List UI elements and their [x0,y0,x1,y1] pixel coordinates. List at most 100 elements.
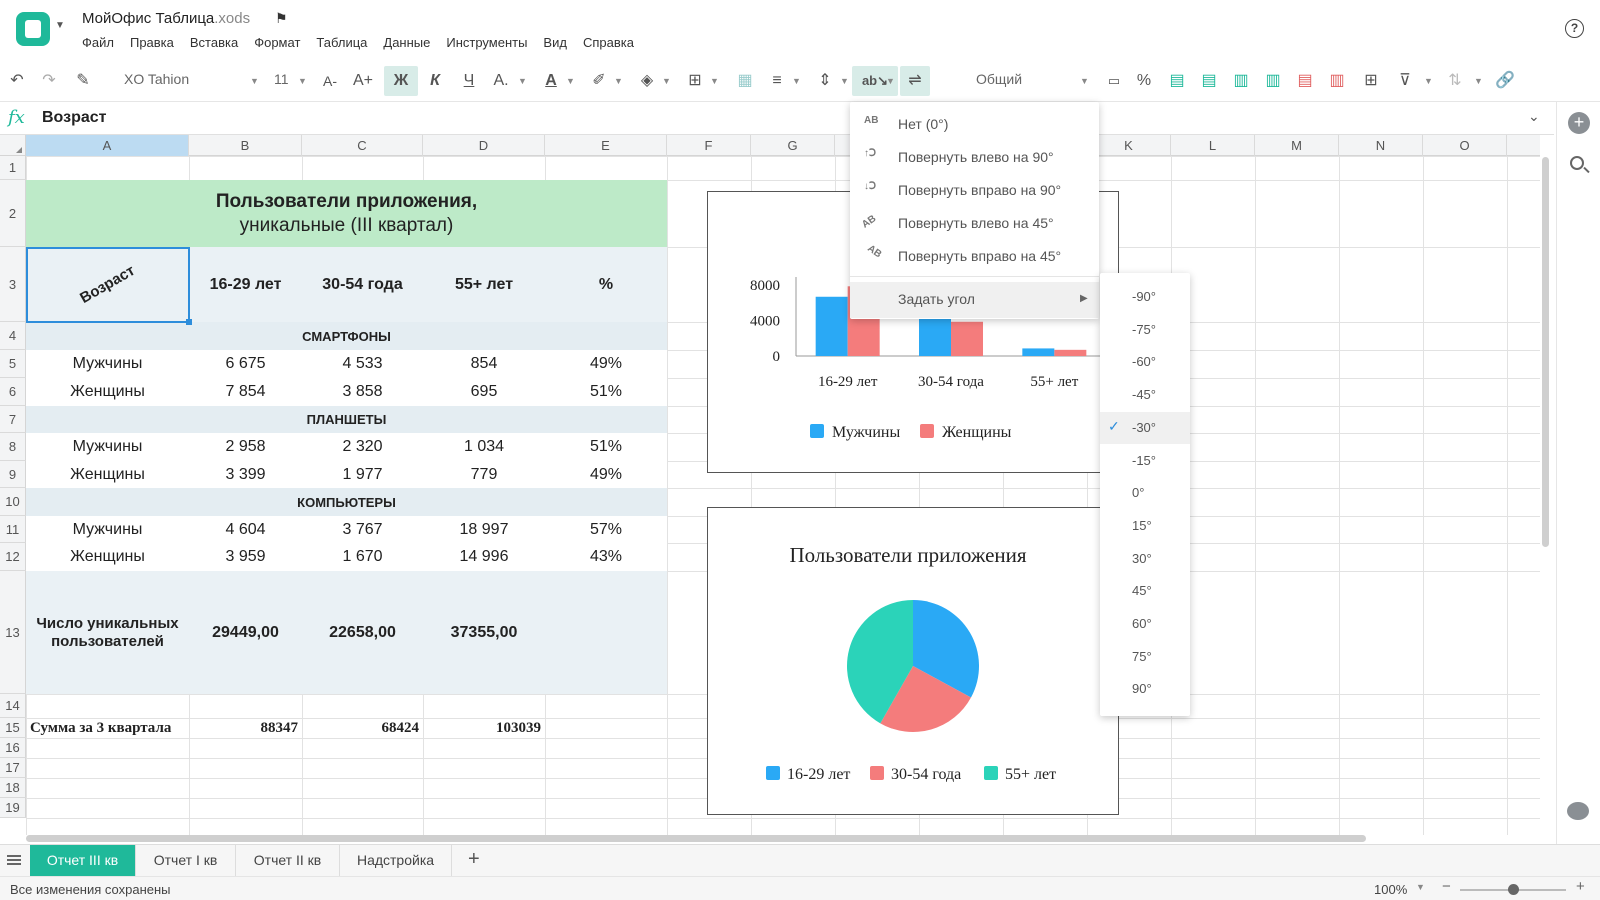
angle-option[interactable]: 75° [1100,641,1190,673]
chevron-down-icon[interactable]: ▼ [55,20,65,31]
sum-cell[interactable]: 88347 [189,718,302,738]
add-icon[interactable]: + [1568,112,1590,134]
menu-item-set-angle[interactable]: Задать угол ▶ [850,282,1099,318]
vertical-align-icon[interactable]: ⇕ [814,66,836,96]
row-header-14[interactable]: 14 [0,694,26,718]
unique-users-cell[interactable]: 37355,00 [423,571,545,694]
section-title-cell[interactable]: ПЛАНШЕТЫ [26,406,667,433]
number-format-select[interactable]: Общий [976,71,1022,87]
chevron-down-icon[interactable]: ⌄ [1528,108,1540,125]
data-cell[interactable]: 14 996 [423,543,545,571]
highlight-icon[interactable]: ✐ [588,66,610,96]
row-header-2[interactable]: 2 [0,180,26,247]
data-cell[interactable]: 2 320 [302,433,423,461]
currency-format-icon[interactable]: ▭ [1102,66,1126,96]
data-cell[interactable]: 51% [545,433,667,461]
data-cell[interactable]: 4 533 [302,350,423,378]
row-header-6[interactable]: 6 [0,378,26,406]
function-icon[interactable]: fx [8,107,25,128]
zoom-slider-handle[interactable] [1508,884,1519,895]
row-header-4[interactable]: 4 [0,322,26,350]
row-header-10[interactable]: 10 [0,488,26,516]
undo-icon[interactable]: ↶ [6,66,28,96]
row-header-17[interactable]: 17 [0,758,26,778]
delete-column-icon[interactable]: ▥ [1326,66,1348,96]
angle-option[interactable]: 60° [1100,608,1190,640]
menu-item-5[interactable]: Данные [383,35,430,50]
row-header-16[interactable]: 16 [0,738,26,758]
row-header-12[interactable]: 12 [0,543,26,571]
column-header-l[interactable]: L [1171,135,1255,156]
angle-option[interactable]: -75° [1100,314,1190,346]
flag-icon[interactable]: ⚑ [275,10,288,27]
section-title-cell[interactable]: КОМПЬЮТЕРЫ [26,488,667,516]
unique-users-cell[interactable]: 29449,00 [189,571,302,694]
data-cell[interactable]: 2 958 [189,433,302,461]
angle-option[interactable]: -15° [1100,445,1190,477]
row-header-19[interactable]: 19 [0,798,26,818]
chevron-down-icon[interactable]: ▼ [662,66,671,96]
sum-cell[interactable]: 103039 [423,718,545,738]
zoom-in-icon[interactable]: + [1576,878,1585,895]
chevron-down-icon[interactable]: ▼ [1424,66,1433,96]
insert-column-right-icon[interactable]: ▥ [1262,66,1284,96]
chevron-down-icon[interactable]: ▼ [250,66,259,96]
row-header-8[interactable]: 8 [0,433,26,461]
column-header-n[interactable]: N [1339,135,1423,156]
chevron-down-icon[interactable]: ▼ [1080,66,1089,96]
help-icon[interactable]: ? [1565,19,1584,38]
menu-item-no-rotation[interactable]: AB Нет (0°) [850,108,1099,141]
decrease-font-icon[interactable]: A- [318,66,342,96]
percent-icon[interactable]: % [1134,66,1154,96]
section-title-cell[interactable]: СМАРТФОНЫ [26,322,667,350]
tab-report-q1[interactable]: Отчет I кв [136,845,236,876]
menu-item-8[interactable]: Справка [583,35,634,50]
merge-cells-icon[interactable]: ⊞ [1360,66,1382,96]
insert-column-left-icon[interactable]: ▥ [1230,66,1252,96]
data-cell[interactable]: 1 977 [302,461,423,488]
header-cell[interactable]: 55+ лет [423,247,545,322]
filter-icon[interactable]: ⊽ [1394,66,1416,96]
column-header-g[interactable]: G [751,135,835,156]
unique-users-label-cell[interactable]: Число уникальных пользователей [26,571,189,694]
row-header-9[interactable]: 9 [0,461,26,488]
sheet-list-icon[interactable] [7,855,21,865]
data-cell[interactable]: 3 767 [302,516,423,543]
data-cell[interactable]: 779 [423,461,545,488]
menu-item-0[interactable]: Файл [82,35,114,50]
angle-option[interactable]: 30° [1100,543,1190,575]
menu-item-rotate-left-90[interactable]: ↑Ↄ Повернуть влево на 90° [850,141,1099,174]
column-header-d[interactable]: D [423,135,545,156]
menu-item-6[interactable]: Инструменты [446,35,527,50]
angle-option[interactable]: -90° [1100,281,1190,313]
chevron-down-icon[interactable]: ▼ [614,66,623,96]
data-cell[interactable]: Мужчины [26,350,189,378]
font-size-select[interactable]: 11 [274,71,289,87]
link-icon[interactable]: 🔗 [1494,66,1516,96]
underline-button[interactable]: Ч [458,66,480,96]
data-cell[interactable]: Мужчины [26,516,189,543]
menu-item-7[interactable]: Вид [543,35,567,50]
data-cell[interactable]: Женщины [26,543,189,571]
angle-option[interactable]: ✓ -30° [1100,411,1190,444]
borders-icon[interactable]: ⊞ [684,66,706,96]
data-cell[interactable]: 43% [545,543,667,571]
menu-item-4[interactable]: Таблица [316,35,367,50]
zoom-select[interactable]: 100% [1374,882,1407,897]
tab-addin[interactable]: Надстройка [340,845,452,876]
chevron-down-icon[interactable]: ▼ [566,66,575,96]
column-header-a[interactable]: A [26,135,189,156]
chevron-down-icon[interactable]: ▼ [840,66,849,96]
column-header-c[interactable]: C [302,135,423,156]
data-cell[interactable]: 695 [423,378,545,406]
angle-option[interactable]: -60° [1100,346,1190,378]
text-effects-icon[interactable]: A. [490,66,512,96]
font-name-select[interactable]: XO Tahion [124,71,189,87]
row-header-7[interactable]: 7 [0,406,26,433]
unique-users-cell[interactable]: 22658,00 [302,571,423,694]
header-cell[interactable]: 30-54 года [302,247,423,322]
angle-option[interactable]: 45° [1100,575,1190,607]
chevron-down-icon[interactable]: ▼ [518,66,527,96]
row-header-13[interactable]: 13 [0,571,26,694]
menu-item-3[interactable]: Формат [254,35,300,50]
